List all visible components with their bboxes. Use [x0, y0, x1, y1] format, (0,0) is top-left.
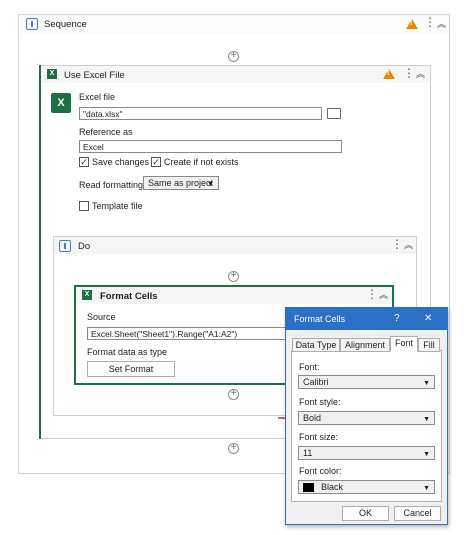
font-color-value: Black — [321, 482, 344, 492]
font-label: Font: — [299, 362, 320, 372]
cancel-button[interactable]: Cancel — [394, 506, 441, 521]
font-size-label: Font size: — [299, 432, 339, 442]
color-swatch — [303, 483, 314, 492]
excel-more-options-icon[interactable]: ⋮ — [403, 67, 415, 79]
tab-data-type[interactable]: Data Type — [292, 338, 340, 352]
format-cells-title: Format Cells — [100, 291, 158, 302]
font-chevron-icon: ▼ — [423, 380, 430, 387]
create-if-not-exists-checkbox[interactable]: ✓ — [151, 157, 161, 167]
excel-collapse-icon[interactable]: ︽ — [416, 69, 425, 79]
tab-alignment[interactable]: Alignment — [340, 338, 390, 352]
do-title: Do — [78, 241, 91, 252]
excel-file-label: Excel file — [79, 92, 116, 102]
excel-file-icon: X — [51, 93, 71, 113]
format-cells-dialog: Format Cells ? ✕ Data Type Alignment Fon… — [285, 307, 448, 525]
sequence-icon — [26, 18, 38, 30]
font-color-label: Font color: — [299, 466, 342, 476]
tab-fill[interactable]: Fill — [418, 338, 440, 352]
do-collapse-icon[interactable]: ︽ — [404, 240, 413, 250]
add-activity-button[interactable]: + — [228, 51, 239, 62]
do-header[interactable]: Do ⋮ ︽ — [54, 237, 416, 254]
chevron-down-icon: ▼ — [207, 181, 214, 188]
source-label: Source — [87, 312, 116, 322]
font-size-chevron-icon: ▼ — [423, 451, 430, 458]
use-excel-file-title: Use Excel File — [64, 70, 125, 81]
font-style-label: Font style: — [299, 397, 341, 407]
excel-file-input[interactable]: "data.xlsx" — [79, 107, 322, 120]
reference-label: Reference as — [79, 127, 133, 137]
font-style-value: Bold — [303, 413, 322, 423]
tab-font[interactable]: Font — [390, 336, 418, 352]
font-value: Calibri — [303, 377, 329, 387]
format-data-label: Format data as type — [87, 347, 168, 357]
dialog-titlebar[interactable]: Format Cells ? ✕ — [286, 308, 447, 330]
font-dropdown[interactable]: Calibri ▼ — [298, 375, 435, 389]
do-add-activity-top[interactable]: + — [228, 271, 239, 282]
collapse-icon[interactable]: ︽ — [437, 19, 446, 29]
close-icon[interactable]: ✕ — [424, 313, 432, 324]
use-excel-file-header[interactable]: X Use Excel File ! ⋮ ︽ — [41, 66, 430, 83]
reference-input[interactable]: Excel — [79, 140, 342, 153]
read-formatting-value: Same as project — [148, 178, 214, 188]
font-style-chevron-icon: ▼ — [423, 416, 430, 423]
do-add-activity-bottom[interactable]: + — [228, 389, 239, 400]
dialog-title: Format Cells — [294, 314, 346, 324]
font-size-value: 11 — [303, 448, 313, 458]
do-more-options-icon[interactable]: ⋮ — [391, 238, 403, 250]
sequence-header[interactable]: Sequence ! ⋮ ︽ — [19, 15, 449, 33]
source-input[interactable]: Excel.Sheet("Sheet1").Range("A1:A2") — [87, 327, 297, 340]
warning-icon[interactable]: ! — [406, 19, 418, 29]
set-format-button[interactable]: Set Format — [87, 361, 175, 377]
excel-warning-icon[interactable]: ! — [383, 69, 395, 79]
font-size-dropdown[interactable]: 11 ▼ — [298, 446, 435, 460]
format-cells-collapse-icon[interactable]: ︽ — [379, 290, 388, 300]
format-cells-header[interactable]: X Format Cells ⋮ ︽ — [76, 287, 392, 304]
read-formatting-dropdown[interactable]: Same as project ▼ — [143, 176, 219, 190]
template-file-checkbox[interactable] — [79, 201, 89, 211]
excel-icon-small: X — [47, 69, 57, 79]
font-style-dropdown[interactable]: Bold ▼ — [298, 411, 435, 425]
ok-button[interactable]: OK — [342, 506, 389, 521]
help-icon[interactable]: ? — [394, 313, 400, 324]
do-sequence-icon — [59, 240, 71, 252]
save-changes-checkbox[interactable]: ✓ — [79, 157, 89, 167]
template-file-label: Template file — [92, 201, 143, 211]
format-cells-excel-icon: X — [82, 290, 92, 300]
create-if-not-exists-label: Create if not exists — [164, 157, 239, 167]
scope-add-activity-bottom[interactable]: + — [228, 443, 239, 454]
save-changes-label: Save changes — [92, 157, 150, 167]
browse-folder-icon[interactable] — [327, 108, 341, 119]
sequence-title: Sequence — [44, 19, 87, 30]
read-formatting-label: Read formatting — [79, 180, 144, 190]
more-options-icon[interactable]: ⋮ — [424, 16, 436, 28]
font-color-chevron-icon: ▼ — [423, 485, 430, 492]
format-cells-more-options-icon[interactable]: ⋮ — [366, 288, 378, 300]
excel-scope-accent-bar — [39, 65, 41, 439]
font-color-dropdown[interactable]: Black ▼ — [298, 480, 435, 494]
